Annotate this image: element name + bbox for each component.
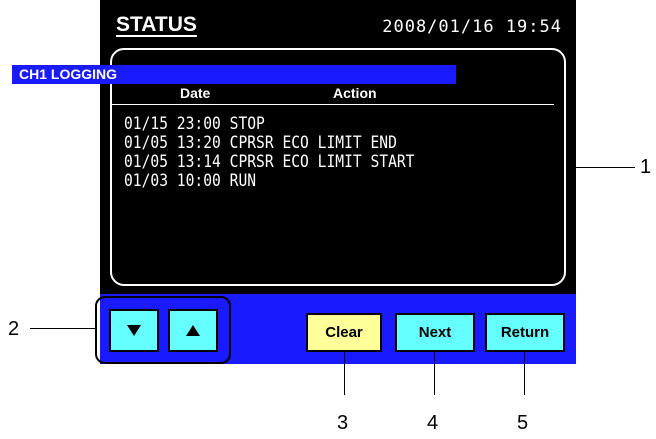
log-panel-title: CH1 LOGGING — [12, 65, 456, 84]
header-divider — [110, 104, 554, 105]
callout-line-2 — [30, 328, 95, 329]
log-row: 01/05 13:14 CPRSR ECO LIMIT START — [124, 153, 414, 172]
log-date: 01/05 13:14 — [124, 152, 221, 172]
log-row: 01/15 23:00 STOP — [124, 115, 414, 134]
log-list: 01/15 23:00 STOP 01/05 13:20 CPRSR ECO L… — [124, 115, 414, 191]
arrow-down-icon — [127, 325, 141, 336]
callout-number-2: 2 — [8, 318, 20, 340]
callout-number-5: 5 — [517, 412, 529, 434]
log-row: 01/03 10:00 RUN — [124, 172, 414, 191]
log-date: 01/05 13:20 — [124, 133, 221, 153]
log-action: CPRSR ECO LIMIT END — [229, 133, 397, 153]
arrow-up-icon — [186, 325, 200, 336]
callout-number-3: 3 — [337, 412, 349, 434]
log-date: 01/03 10:00 — [124, 171, 221, 191]
scroll-up-button[interactable] — [168, 309, 218, 352]
log-date: 01/15 23:00 — [124, 114, 221, 134]
log-action: RUN — [229, 171, 257, 191]
callout-line-5 — [524, 350, 525, 395]
callout-line-1 — [567, 167, 635, 168]
scroll-down-button[interactable] — [109, 309, 159, 352]
callout-number-4: 4 — [427, 412, 439, 434]
column-header-action: Action — [333, 85, 377, 101]
log-action: CPRSR ECO LIMIT START — [229, 152, 415, 172]
callout-line-3 — [344, 350, 345, 395]
page-title: STATUS — [116, 13, 197, 36]
return-button[interactable]: Return — [485, 313, 565, 352]
next-button[interactable]: Next — [395, 313, 475, 352]
column-header-date: Date — [180, 85, 211, 101]
log-row: 01/05 13:20 CPRSR ECO LIMIT END — [124, 134, 414, 153]
callout-line-4 — [434, 350, 435, 395]
callout-number-1: 1 — [640, 156, 652, 178]
log-action: STOP — [229, 114, 265, 134]
clear-button[interactable]: Clear — [306, 313, 382, 352]
datetime-display: 2008/01/16 19:54 — [382, 17, 562, 37]
